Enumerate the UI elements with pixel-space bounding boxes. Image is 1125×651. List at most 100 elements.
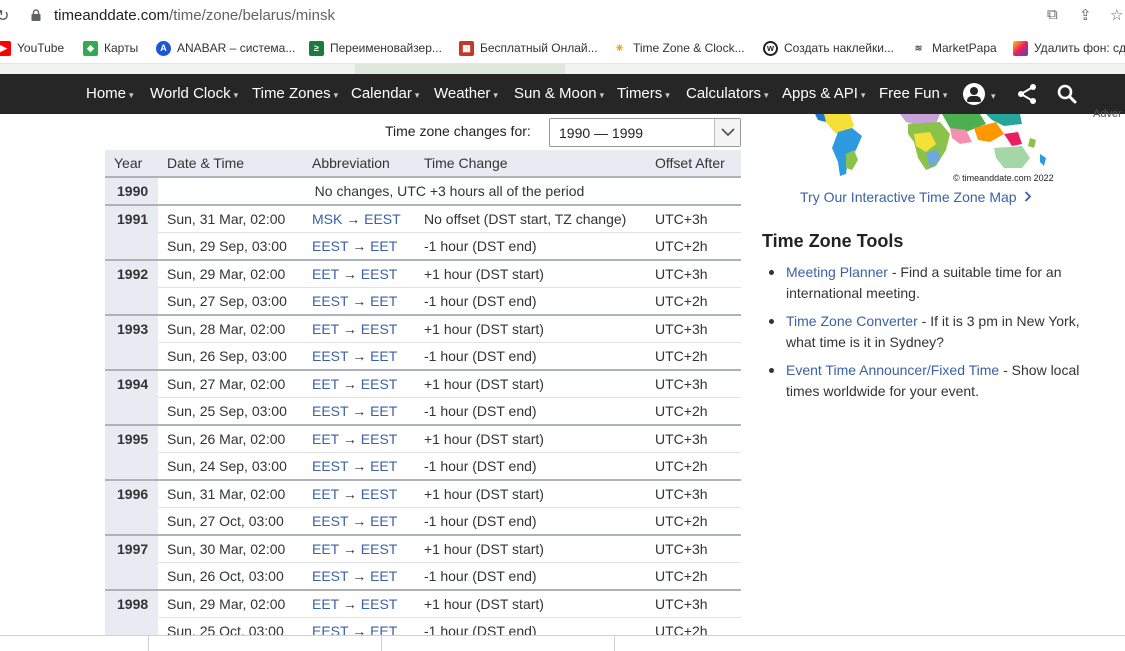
abbreviation-to-link[interactable]: EEST [361, 376, 398, 392]
arrow: → [352, 512, 367, 529]
time-change-cell: -1 hour (DST end) [415, 396, 646, 425]
abbreviation-to-link[interactable]: EET [370, 238, 397, 254]
bookmark-stickers[interactable]: w Создать наклейки... [763, 39, 894, 57]
chevron-down-icon: ▾ [764, 90, 769, 100]
reload-icon[interactable]: ↻ [0, 6, 9, 26]
interactive-map-link[interactable]: Try Our Interactive Time Zone Map [800, 189, 1032, 205]
abbreviation-from-link[interactable]: EEST [312, 513, 348, 529]
bookmark-marketpapa[interactable]: ≋ MarketPapa [911, 39, 997, 57]
abbreviation-cell: EEST → EET [303, 231, 415, 260]
url-text[interactable]: timeanddate.com/time/zone/belarus/minsk [54, 7, 335, 24]
date-time-cell: Sun, 30 Mar, 02:00 [158, 533, 303, 562]
search-icon[interactable] [1056, 83, 1078, 105]
nav-label: Sun & Moon [514, 85, 597, 102]
abbreviation-to-link[interactable]: EET [370, 348, 397, 364]
bookmark-free-online[interactable]: ▦ Бесплатный Онлай... [459, 39, 598, 57]
nav-calculators[interactable]: Calculators ▾ [686, 85, 769, 102]
nav-timers[interactable]: Timers ▾ [617, 85, 670, 102]
offset-after-cell: UTC+3h [646, 368, 741, 397]
abbreviation-to-link[interactable]: EEST [361, 596, 398, 612]
nav-home[interactable]: Home ▾ [86, 85, 134, 102]
nav-weather[interactable]: Weather ▾ [434, 85, 498, 102]
abbreviation-from-link[interactable]: EET [312, 486, 339, 502]
abbreviation-to-link[interactable]: EET [370, 403, 397, 419]
nav-world-clock[interactable]: World Clock ▾ [150, 85, 238, 102]
nav-sun-moon[interactable]: Sun & Moon ▾ [514, 85, 604, 102]
year-cell [105, 397, 158, 425]
marketpapa-icon: ≋ [914, 42, 923, 53]
arrow: → [342, 430, 357, 447]
abbreviation-to-link[interactable]: EET [370, 513, 397, 529]
year-cell [105, 342, 158, 370]
nav-free-fun[interactable]: Free Fun ▾ [879, 85, 947, 102]
nav-label: Weather [434, 85, 491, 102]
time-change-cell: -1 hour (DST end) [415, 561, 646, 590]
nav-label: World Clock [150, 85, 231, 102]
abbreviation-from-link[interactable]: EEST [312, 293, 348, 309]
time-change-cell: +1 hour (DST start) [415, 313, 646, 342]
abbreviation-from-link[interactable]: MSK [312, 211, 342, 227]
bookmark-renamer[interactable]: ≥ Переименовайзер... [309, 39, 442, 57]
abbreviation-cell: EEST → EET [303, 451, 415, 480]
abbreviation-to-link[interactable]: EEST [361, 486, 398, 502]
nav-calendar[interactable]: Calendar ▾ [351, 85, 419, 102]
abbreviation-to-link[interactable]: EEST [361, 266, 398, 282]
abbreviation-to-link[interactable]: EET [370, 568, 397, 584]
abbreviation-from-link[interactable]: EEST [312, 238, 348, 254]
bookmark-star-icon[interactable]: ☆ [1110, 6, 1123, 24]
lock-icon[interactable] [31, 9, 41, 21]
account-menu-chevron[interactable]: ▾ [988, 86, 996, 103]
abbreviation-to-link[interactable]: EEST [361, 431, 398, 447]
share-page-icon[interactable]: ⇪ [1079, 6, 1092, 24]
bookmark-remove-bg[interactable]: Удалить фон: сд [1013, 39, 1125, 57]
abbreviation-from-link[interactable]: EEST [312, 403, 348, 419]
chevron-down-icon: ▾ [493, 90, 498, 100]
abbreviation-from-link[interactable]: EET [312, 266, 339, 282]
bookmark-youtube[interactable]: ▶ YouTube [0, 39, 64, 57]
meeting-planner-link[interactable]: Meeting Planner [786, 264, 888, 280]
share-icon[interactable] [1016, 83, 1038, 105]
abbreviation-from-link[interactable]: EET [312, 596, 339, 612]
abbreviation-from-link[interactable]: EET [312, 376, 339, 392]
translate-icon[interactable]: ⧉ [1047, 6, 1058, 23]
account-icon[interactable] [963, 83, 985, 105]
renamer-icon: ≥ [309, 40, 324, 56]
nav-time-zones[interactable]: Time Zones ▾ [252, 85, 338, 102]
year-range-select[interactable]: 1990 — 1999 [549, 118, 741, 147]
event-announcer-link[interactable]: Event Time Announcer/Fixed Time [786, 362, 999, 378]
abbreviation-from-link[interactable]: EET [312, 541, 339, 557]
abbreviation-to-link[interactable]: EEST [361, 541, 398, 557]
date-time-cell: Sun, 28 Mar, 02:00 [158, 313, 303, 342]
abbreviation-from-link[interactable]: EET [312, 321, 339, 337]
bookmark-maps[interactable]: ◆ Карты [83, 39, 138, 57]
timezone-converter-link[interactable]: Time Zone Converter [786, 313, 918, 329]
arrow: → [342, 595, 357, 612]
table-row: Sun, 29 Sep, 03:00 EEST → EET -1 hour (DST… [105, 231, 741, 260]
abbreviation-to-link[interactable]: EET [370, 293, 397, 309]
arrow: → [342, 320, 357, 337]
abbreviation-from-link[interactable]: EET [312, 431, 339, 447]
youtube-icon: ▶ [0, 40, 11, 56]
abbreviation-to-link[interactable]: EEST [364, 211, 401, 227]
abbreviation-to-link[interactable]: EEST [361, 321, 398, 337]
url-path: /time/zone/belarus/minsk [169, 7, 335, 24]
time-change-cell: -1 hour (DST end) [415, 286, 646, 315]
no-changes-cell: No changes, UTC +3 hours all of the peri… [158, 176, 741, 205]
abbreviation-from-link[interactable]: EEST [312, 348, 348, 364]
year-cell: 1998 [105, 588, 158, 617]
date-time-cell: Sun, 27 Oct, 03:00 [158, 506, 303, 535]
bookmark-timezone[interactable]: ✳ Time Zone & Clock... [612, 39, 745, 57]
selected-range: 1990 — 1999 [559, 125, 644, 141]
address-bar[interactable]: ↻ timeanddate.com/time/zone/belarus/mins… [0, 0, 1125, 32]
abbreviation-to-link[interactable]: EET [370, 458, 397, 474]
nav-apps-api[interactable]: Apps & API ▾ [782, 85, 865, 102]
bookmark-anabar[interactable]: A ANABAR – система... [156, 39, 295, 57]
bookmark-label: Карты [104, 41, 139, 55]
abbreviation-from-link[interactable]: EEST [312, 568, 348, 584]
bookmark-label: MarketPapa [932, 41, 997, 55]
select-toggle[interactable] [714, 119, 740, 146]
abbreviation-from-link[interactable]: EEST [312, 458, 348, 474]
table-row: 1990 No changes, UTC +3 hours all of the… [105, 176, 741, 205]
timezone-changes-table: Year Date & Time Abbreviation Time Chang… [105, 150, 741, 645]
abbreviation-cell: EEST → EET [303, 396, 415, 425]
